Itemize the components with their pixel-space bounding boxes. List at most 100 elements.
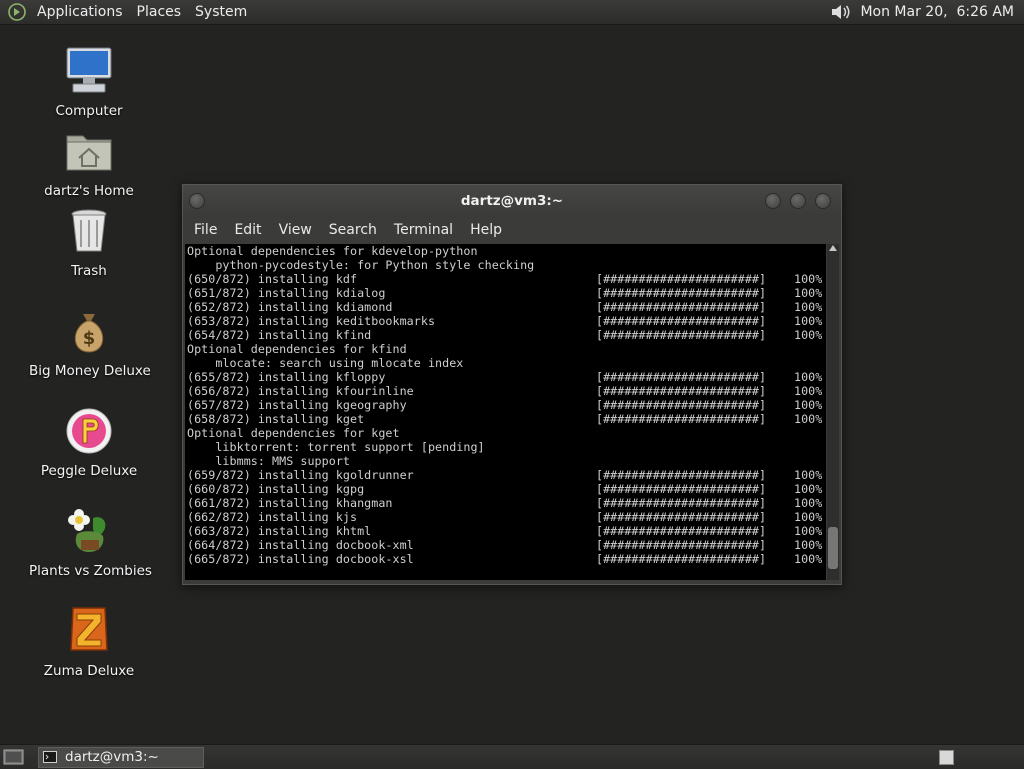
progress-bar-text: [######################] <box>596 272 767 286</box>
terminal-scrollbar[interactable] <box>827 244 839 580</box>
terminal-icon <box>43 751 57 763</box>
taskbar-item-terminal[interactable]: dartz@vm3:~ <box>38 746 204 768</box>
terminal-line: (653/872) installing keditbookmarks [####… <box>187 314 826 328</box>
desktop-icon-label: Trash <box>71 263 107 279</box>
terminal-line-text: (656/872) installing kfourinline <box>187 384 414 398</box>
terminal-line-text: (660/872) installing kgpg <box>187 482 365 496</box>
terminal-output[interactable]: Optional dependencies for kdevelop-pytho… <box>185 244 826 580</box>
terminal-line-text: (664/872) installing docbook-xml <box>187 538 414 552</box>
desktop-icon-label: dartz's Home <box>44 183 134 199</box>
terminal-line: (662/872) installing kjs [###############… <box>187 510 826 524</box>
menu-view[interactable]: View <box>272 222 318 238</box>
terminal-line-text: (659/872) installing kgoldrunner <box>187 468 414 482</box>
terminal-line: python-pycodestyle: for Python style che… <box>187 258 826 272</box>
terminal-line-text: libktorrent: torrent support [pending] <box>187 440 485 454</box>
menu-applications[interactable]: Applications <box>30 0 130 24</box>
desktop-icon-zuma[interactable]: Zuma Deluxe <box>29 604 149 679</box>
desktop-icon-trash[interactable]: Trash <box>29 204 149 279</box>
desktop-icon-label: Computer <box>55 103 123 119</box>
terminal-window[interactable]: dartz@vm3:~ File Edit View Search Termin… <box>182 184 842 585</box>
window-menu-button[interactable] <box>189 193 205 209</box>
progress-bar-text: [######################] <box>596 482 767 496</box>
bottom-panel: dartz@vm3:~ <box>0 744 1024 769</box>
terminal-line: libktorrent: torrent support [pending] <box>187 440 826 454</box>
menu-help[interactable]: Help <box>463 222 508 238</box>
terminal-line: (655/872) installing kfloppy [###########… <box>187 370 826 384</box>
progress-bar-text: [######################] <box>596 370 767 384</box>
menu-search[interactable]: Search <box>322 222 383 238</box>
progress-bar-text: [######################] <box>596 496 767 510</box>
terminal-line-text: (652/872) installing kdiamond <box>187 300 393 314</box>
progress-percent: 100% <box>794 272 823 286</box>
progress-percent: 100% <box>794 300 823 314</box>
menu-terminal[interactable]: Terminal <box>387 222 459 238</box>
terminal-line-text: (654/872) installing kfind <box>187 328 372 342</box>
terminal-line-text: Optional dependencies for kdevelop-pytho… <box>187 244 478 258</box>
desktop-icon-label: Big Money Deluxe <box>29 363 151 379</box>
desktop-icon-computer[interactable]: Computer <box>29 44 149 119</box>
home-folder-icon <box>66 135 112 171</box>
maximize-button[interactable] <box>790 193 806 209</box>
terminal-titlebar[interactable]: dartz@vm3:~ <box>183 185 841 217</box>
taskbar-item-label: dartz@vm3:~ <box>65 749 159 765</box>
terminal-line-text: (650/872) installing kdf <box>187 272 358 286</box>
desktop-icon-plants-vs-zombies[interactable]: Plants vs Zombies <box>29 504 152 579</box>
desktop-icon-big-money[interactable]: $ Big Money Deluxe <box>29 304 151 379</box>
close-button[interactable] <box>815 193 831 209</box>
terminal-line-text: (662/872) installing kjs <box>187 510 358 524</box>
terminal-line-text: Optional dependencies for kfind <box>187 342 407 356</box>
terminal-line: (651/872) installing kdialog [###########… <box>187 286 826 300</box>
menu-edit[interactable]: Edit <box>227 222 267 238</box>
progress-percent: 100% <box>794 552 823 566</box>
volume-icon[interactable] <box>830 2 852 22</box>
terminal-line: (657/872) installing kgeography [########… <box>187 398 826 412</box>
applications-logo-icon[interactable] <box>8 3 26 21</box>
peggle-icon <box>66 408 112 454</box>
menu-system[interactable]: System <box>188 0 254 24</box>
terminal-line: (665/872) installing docbook-xsl [#######… <box>187 552 826 566</box>
workspace-switcher[interactable] <box>939 749 954 765</box>
progress-percent: 100% <box>794 510 823 524</box>
show-desktop-icon[interactable] <box>3 747 25 767</box>
menu-places[interactable]: Places <box>130 0 189 24</box>
menu-file[interactable]: File <box>187 222 223 238</box>
terminal-line-text: python-pycodestyle: for Python style che… <box>187 258 535 272</box>
terminal-line-text: (658/872) installing kget <box>187 412 365 426</box>
panel-tray: Mon Mar 20, 6:26 AM <box>830 2 1024 22</box>
desktop-icon-peggle[interactable]: Peggle Deluxe <box>29 404 149 479</box>
terminal-line: (659/872) installing kgoldrunner [#######… <box>187 468 826 482</box>
terminal-title: dartz@vm3:~ <box>460 193 564 209</box>
progress-bar-text: [######################] <box>596 412 767 426</box>
svg-text:$: $ <box>83 328 96 349</box>
desktop-icon-label: Peggle Deluxe <box>40 463 138 479</box>
progress-percent: 100% <box>794 468 823 482</box>
terminal-menubar: File Edit View Search Terminal Help <box>183 217 841 243</box>
progress-percent: 100% <box>794 482 823 496</box>
terminal-line: (656/872) installing kfourinline [#######… <box>187 384 826 398</box>
clock[interactable]: Mon Mar 20, 6:26 AM <box>860 4 1014 20</box>
desktop-icon-label: Plants vs Zombies <box>29 563 152 579</box>
progress-bar-text: [######################] <box>596 398 767 412</box>
progress-bar-text: [######################] <box>596 538 767 552</box>
terminal-line: (654/872) installing kfind [#############… <box>187 328 826 342</box>
terminal-line: (658/872) installing kget [##############… <box>187 412 826 426</box>
computer-icon <box>66 47 112 93</box>
progress-bar-text: [######################] <box>596 552 767 566</box>
terminal-line: Optional dependencies for kget <box>187 426 826 440</box>
terminal-line-text: libmms: MMS support <box>187 454 350 468</box>
terminal-line-text: (663/872) installing khtml <box>187 524 372 538</box>
minimize-button[interactable] <box>765 193 781 209</box>
scrollbar-thumb[interactable] <box>828 527 838 569</box>
terminal-line-text: (655/872) installing kfloppy <box>187 370 386 384</box>
progress-percent: 100% <box>794 286 823 300</box>
scroll-up-arrow-icon[interactable] <box>827 244 839 254</box>
progress-bar-text: [######################] <box>596 286 767 300</box>
progress-bar-text: [######################] <box>596 468 767 482</box>
terminal-line-text: (651/872) installing kdialog <box>187 286 386 300</box>
terminal-line-text: mlocate: search using mlocate index <box>187 356 464 370</box>
terminal-line: (663/872) installing khtml [#############… <box>187 524 826 538</box>
desktop-icon-home[interactable]: dartz's Home <box>29 124 149 199</box>
terminal-lines: Optional dependencies for kdevelop-pytho… <box>185 244 826 566</box>
terminal-line: Optional dependencies for kfind <box>187 342 826 356</box>
progress-percent: 100% <box>794 398 823 412</box>
